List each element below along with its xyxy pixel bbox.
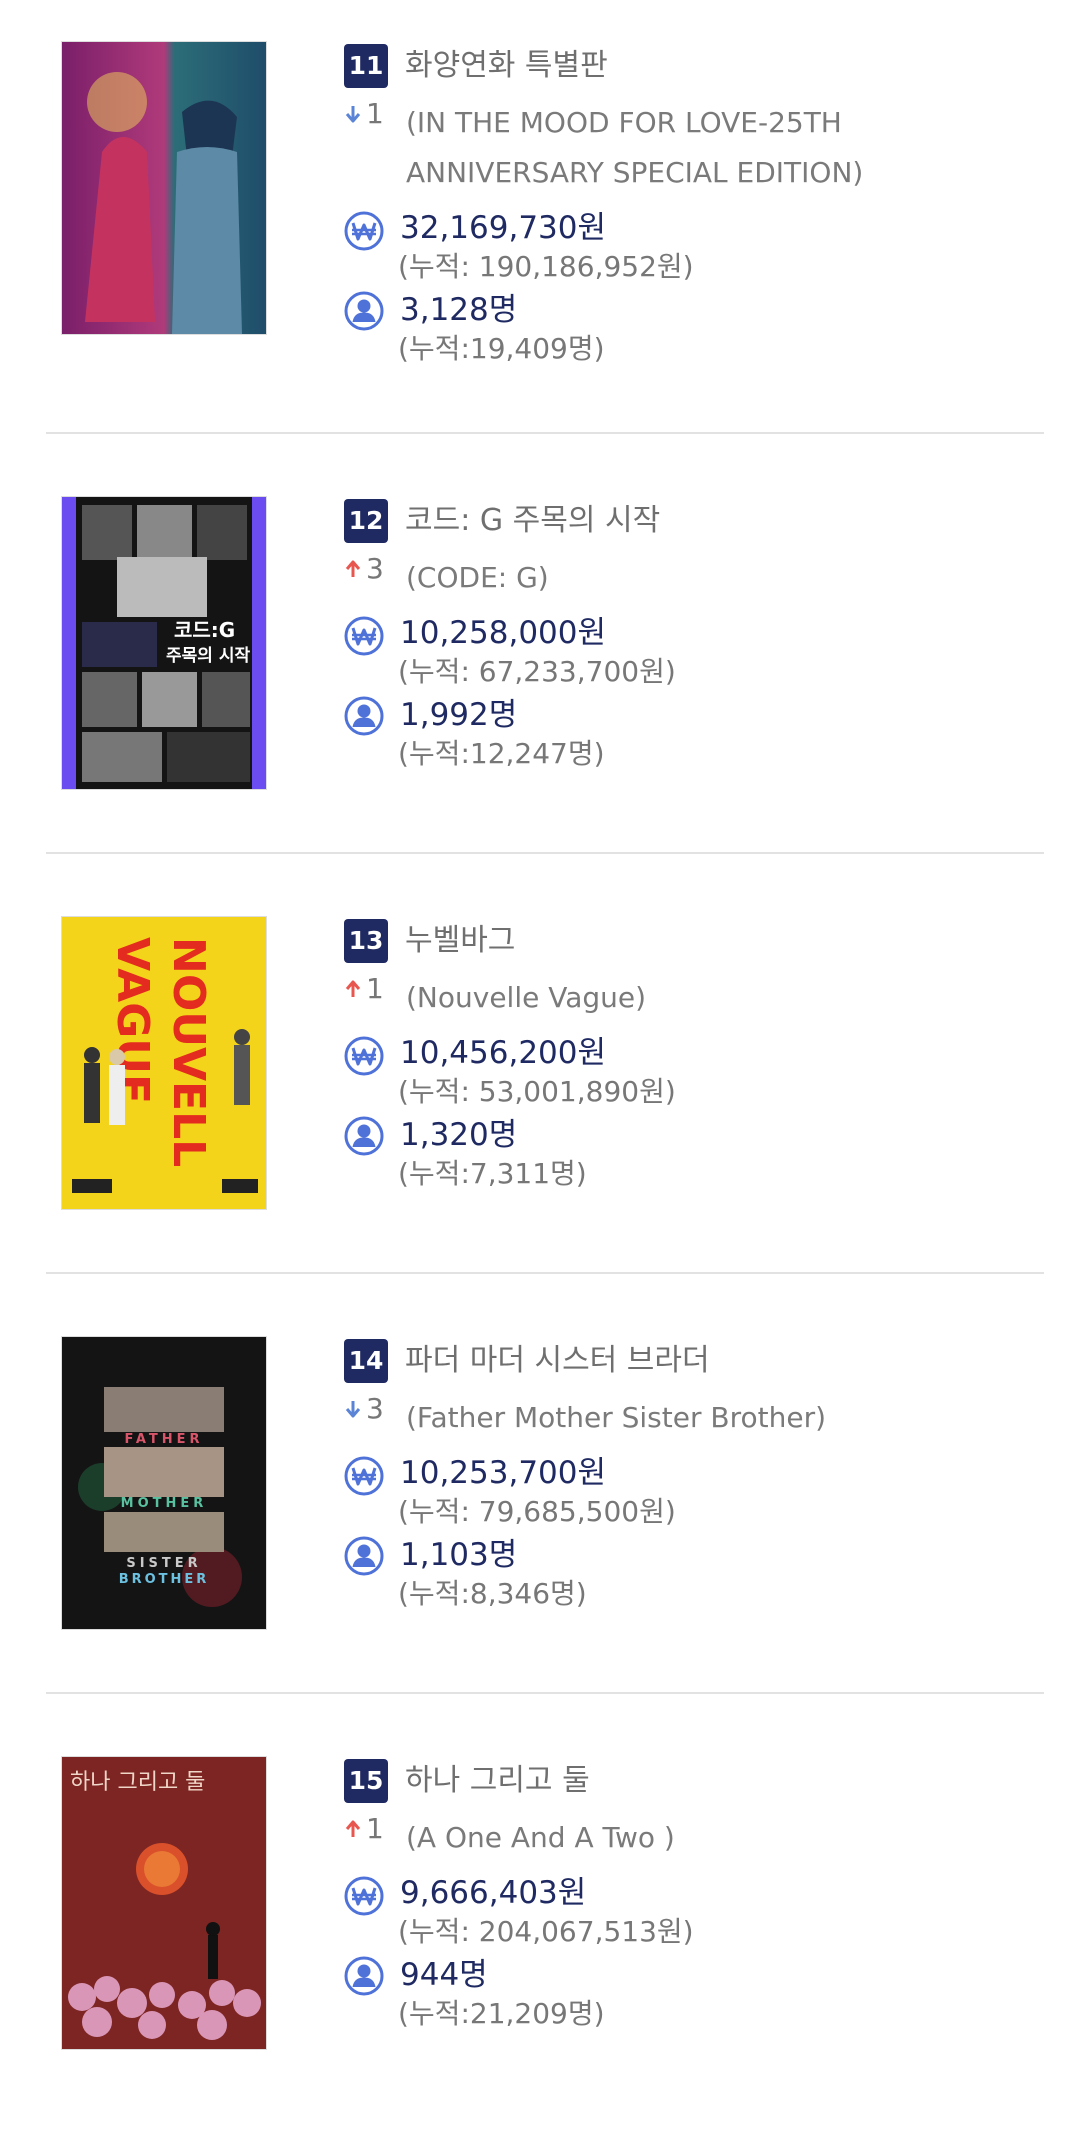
- movie-entry[interactable]: 11 화양연화 특별판 1 (IN THE MOOD FOR LOVE-25TH…: [0, 42, 1079, 422]
- cumulative-audience: (누적:19,409명): [398, 332, 605, 365]
- movie-title-korean[interactable]: 코드: G 주목의 시작: [405, 501, 660, 541]
- movie-poster[interactable]: 코드:G 주목의 시작: [62, 497, 266, 789]
- entry-divider: [46, 1272, 1044, 1274]
- daily-revenue: 10,253,700원: [400, 1455, 607, 1491]
- movie-title-korean[interactable]: 화양연화 특별판: [405, 46, 608, 86]
- daily-revenue: 10,258,000원: [400, 615, 607, 651]
- cumulative-revenue: (누적: 53,001,890원): [398, 1075, 676, 1108]
- arrow-down-icon: [345, 1401, 361, 1418]
- arrow-up-icon: [345, 980, 361, 997]
- svg-text:주목의 시작: 주목의 시작: [166, 646, 250, 666]
- svg-text:MOTHER: MOTHER: [121, 1496, 208, 1511]
- entry-divider: [46, 432, 1044, 434]
- person-icon: [344, 1116, 384, 1156]
- rank-change-value: 1: [366, 97, 384, 130]
- won-currency-icon: [344, 1456, 384, 1496]
- cumulative-revenue: (누적: 79,685,500원): [398, 1495, 676, 1528]
- daily-revenue: 9,666,403원: [400, 1875, 587, 1911]
- arrow-up-icon: [345, 1820, 361, 1837]
- won-currency-icon: [344, 616, 384, 656]
- movie-entry[interactable]: NOUVELLE VAGUE 13 누벨바그 1 (Nouvelle Vague…: [0, 917, 1079, 1297]
- daily-audience: 3,128명: [400, 292, 518, 328]
- won-currency-icon: [344, 1036, 384, 1076]
- svg-text:SISTER: SISTER: [126, 1556, 201, 1571]
- movie-poster[interactable]: FATHER MOTHER SISTER BROTHER: [62, 1337, 266, 1629]
- movie-title-original: (IN THE MOOD FOR LOVE-25TH ANNIVERSARY S…: [406, 106, 864, 189]
- daily-revenue: 10,456,200원: [400, 1035, 607, 1071]
- cumulative-audience: (누적:8,346명): [398, 1577, 587, 1610]
- cumulative-revenue: (누적: 204,067,513원): [398, 1915, 694, 1948]
- cumulative-audience: (누적:21,209명): [398, 1997, 605, 2030]
- movie-poster[interactable]: NOUVELLE VAGUE: [62, 917, 266, 1209]
- won-currency-icon: [344, 1876, 384, 1916]
- person-icon: [344, 1536, 384, 1576]
- movie-entry[interactable]: FATHER MOTHER SISTER BROTHER 14 파더 마더 시스…: [0, 1337, 1079, 1717]
- cumulative-audience: (누적:12,247명): [398, 737, 605, 770]
- rank-change-value: 3: [366, 552, 384, 585]
- movie-poster[interactable]: 하나 그리고 둘: [62, 1757, 266, 2049]
- box-office-list: 11 화양연화 특별판 1 (IN THE MOOD FOR LOVE-25TH…: [0, 0, 1079, 2090]
- daily-audience: 1,320명: [400, 1117, 518, 1153]
- movie-title-original: (Father Mother Sister Brother): [406, 1401, 827, 1434]
- rank-badge: 12: [344, 499, 388, 543]
- rank-change-value: 1: [366, 1812, 384, 1845]
- rank-change-value: 3: [366, 1392, 384, 1425]
- rank-badge: 11: [344, 44, 388, 88]
- svg-text:코드:G: 코드:G: [174, 618, 235, 642]
- movie-title-original: (A One And A Two ): [406, 1821, 675, 1854]
- person-icon: [344, 696, 384, 736]
- movie-entry[interactable]: 하나 그리고 둘 15 하나 그리고 둘 1 (A One And A Two …: [0, 1757, 1079, 2137]
- cumulative-revenue: (누적: 67,233,700원): [398, 655, 676, 688]
- daily-audience: 1,992명: [400, 697, 518, 733]
- movie-title-original: (CODE: G): [406, 561, 549, 594]
- movie-title-korean[interactable]: 누벨바그: [405, 921, 515, 961]
- svg-text:BROTHER: BROTHER: [119, 1572, 210, 1587]
- cumulative-revenue: (누적: 190,186,952원): [398, 250, 694, 283]
- person-icon: [344, 291, 384, 331]
- rank-badge: 13: [344, 919, 388, 963]
- won-currency-icon: [344, 211, 384, 251]
- daily-revenue: 32,169,730원: [400, 210, 607, 246]
- movie-title-korean[interactable]: 하나 그리고 둘: [405, 1761, 590, 1801]
- svg-text:NOUVELLE: NOUVELLE: [163, 937, 214, 1197]
- rank-badge: 14: [344, 1339, 388, 1383]
- person-icon: [344, 1956, 384, 1996]
- arrow-up-icon: [345, 560, 361, 577]
- rank-badge: 15: [344, 1759, 388, 1803]
- entry-divider: [46, 852, 1044, 854]
- svg-text:FATHER: FATHER: [124, 1432, 203, 1447]
- svg-text:하나 그리고 둘: 하나 그리고 둘: [70, 1770, 205, 1795]
- movie-poster[interactable]: [62, 42, 266, 334]
- daily-audience: 944명: [400, 1957, 488, 1993]
- entry-divider: [46, 1692, 1044, 1694]
- arrow-down-icon: [345, 106, 361, 123]
- daily-audience: 1,103명: [400, 1537, 518, 1573]
- movie-entry[interactable]: 코드:G 주목의 시작 12 코드: G 주목의 시작 3 (CODE: G) …: [0, 497, 1079, 877]
- cumulative-audience: (누적:7,311명): [398, 1157, 587, 1190]
- rank-change-value: 1: [366, 972, 384, 1005]
- movie-title-original: (Nouvelle Vague): [406, 981, 647, 1014]
- movie-title-korean[interactable]: 파더 마더 시스터 브라더: [405, 1341, 710, 1381]
